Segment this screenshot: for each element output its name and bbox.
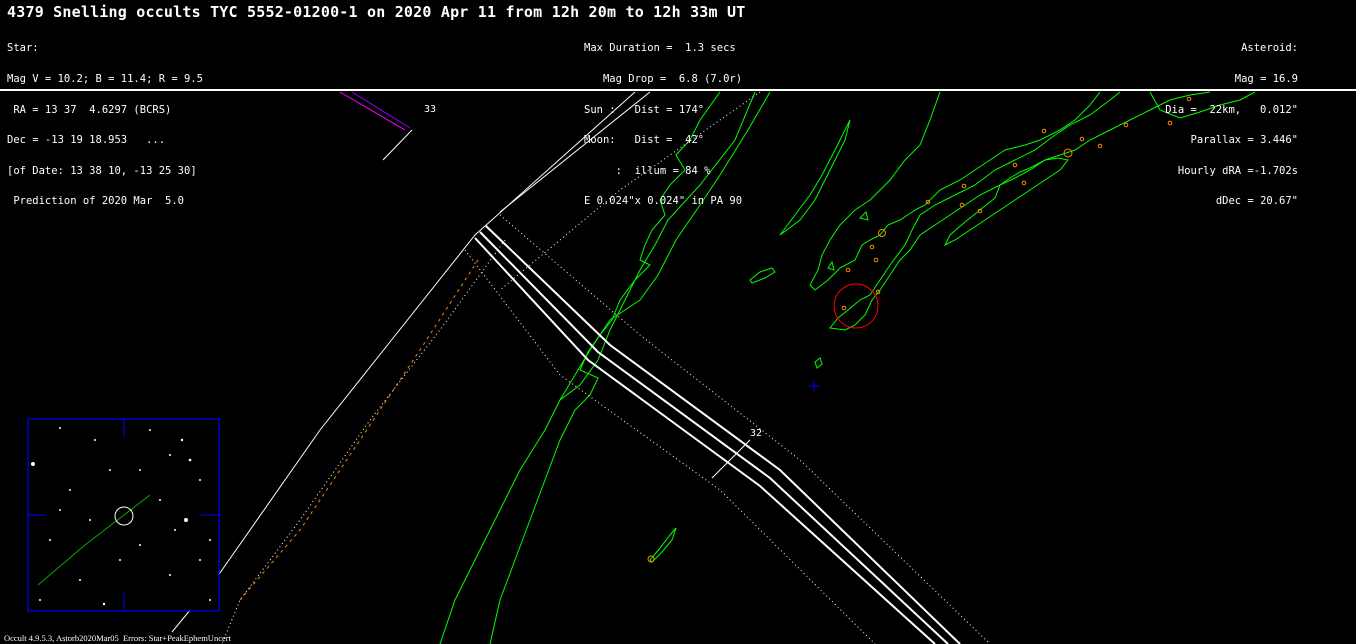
event-info-line: Max Duration = 1.3 secs <box>584 42 736 55</box>
island-6 <box>779 119 851 236</box>
path-edge-south <box>474 237 936 644</box>
sub-star-cross-marker <box>809 381 819 391</box>
star-field-inset <box>27 418 220 612</box>
coastline-bay <box>943 157 1069 247</box>
island-2 <box>814 357 823 369</box>
event-info-line: : illum = 84 % <box>584 164 711 177</box>
path-edge-north <box>485 225 961 644</box>
uncertainty-upper <box>499 214 991 644</box>
event-info-line: Moon: Dist = 42° <box>584 134 705 147</box>
star-info-line: RA = 13 37 4.6297 (BCRS) <box>7 103 172 116</box>
event-info-line: Sun : Dist = 174° <box>584 103 705 116</box>
footer-credits: Occult 4.9.5.3, Astorb2020Mar05 Errors: … <box>4 633 231 643</box>
uncertainty-lower <box>464 249 876 644</box>
asteroid-info-line: Asteroid: <box>1241 42 1298 55</box>
coastline-japan-south <box>829 91 1211 331</box>
asteroid-info-line: Parallax = 3.446" <box>1190 134 1298 147</box>
event-info-block: Max Duration = 1.3 secs Mag Drop = 6.8 (… <box>584 23 742 217</box>
island-4 <box>827 260 835 271</box>
asteroid-info-line: Dia = 22km, 0.012" <box>1165 103 1298 116</box>
island-3 <box>649 527 677 563</box>
event-info-line: E 0.024"x 0.024" in PA 90 <box>584 195 743 208</box>
header-divider <box>0 89 1356 91</box>
asteroid-info-block: Asteroid: Mag = 16.9 Dia = 22km, 0.012" … <box>1165 23 1298 217</box>
coastline-japan-main <box>809 91 1101 291</box>
asteroid-info-line: Mag = 16.9 <box>1234 73 1298 85</box>
star-info-line: [of Date: 13 38 10, -13 25 30] <box>7 164 197 177</box>
page-title: 4379 Snelling occults TYC 5552-01200-1 o… <box>7 3 746 21</box>
asteroid-info-line: dDec = 20.67" <box>1215 195 1298 208</box>
star-info-block: Star: Mag V = 10.2; B = 11.4; R = 9.5 RA… <box>7 23 203 217</box>
northern-limit-line <box>171 91 636 633</box>
asteroid-info-line: Hourly dRA =-1.702s <box>1177 164 1298 177</box>
observer-site-circle <box>833 283 879 329</box>
time-label-32: 32 <box>750 428 762 439</box>
uncertainty-far-lower <box>221 239 506 644</box>
star-info-line: Prediction of 2020 Mar 5.0 <box>7 195 185 208</box>
time-label-33: 33 <box>424 104 436 115</box>
coastlines <box>439 91 1256 644</box>
error-bound-orange <box>239 259 479 601</box>
island-5 <box>859 211 869 221</box>
outer-limit-lines <box>171 91 651 633</box>
star-info-line: Star: <box>7 42 39 55</box>
event-info-line: Mag Drop = 6.8 (7.0r) <box>584 73 743 85</box>
island-1 <box>749 267 776 284</box>
star-info-line: Mag V = 10.2; B = 11.4; R = 9.5 <box>7 73 203 85</box>
time-marker-33 <box>339 91 413 161</box>
star-info-line: Dec = -13 19 18.953 ... <box>7 134 166 147</box>
central-path <box>474 225 961 644</box>
